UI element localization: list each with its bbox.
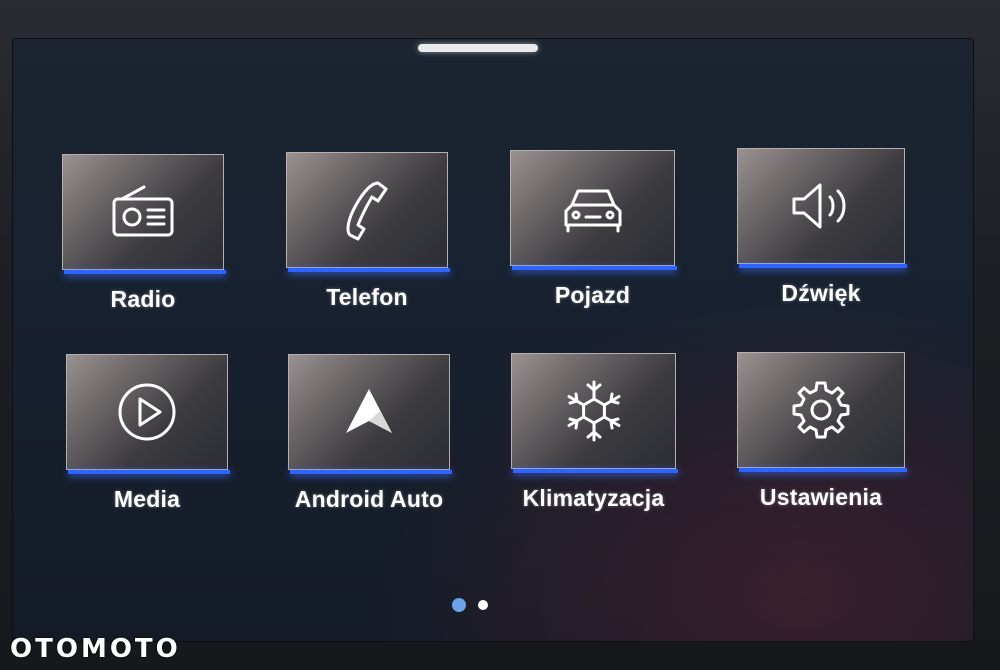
app-tile-dzwiek[interactable]: Dźwięk (737, 148, 907, 306)
app-tile-telefon[interactable]: Telefon (286, 152, 450, 310)
app-label: Ustawienia (759, 484, 883, 510)
tile-accent-bar (513, 469, 678, 473)
infotainment-screen (12, 38, 974, 642)
speaker-icon (786, 171, 856, 241)
app-label: Dźwięk (781, 280, 861, 306)
app-label: Radio (110, 286, 176, 312)
android-auto-icon (334, 377, 404, 447)
app-label: Pojazd (554, 282, 631, 308)
tile-accent-bar (739, 264, 907, 268)
tile-accent-bar (64, 270, 226, 274)
tile-accent-bar (288, 268, 450, 272)
app-tile-klimatyzacja[interactable]: Klimatyzacja (511, 353, 678, 511)
app-tile-media[interactable]: Media (66, 354, 230, 512)
watermark-text: OTOMOTO (10, 634, 181, 664)
tile-accent-bar (739, 468, 907, 472)
radio-icon (108, 177, 178, 247)
app-tile-radio[interactable]: Radio (62, 154, 226, 312)
tile-accent-bar (512, 266, 677, 270)
tile-accent-bar (68, 470, 230, 474)
app-label: Telefon (326, 284, 408, 310)
phone-icon (332, 175, 402, 245)
app-tile-android-auto[interactable]: Android Auto (288, 354, 452, 512)
play-icon (112, 377, 182, 447)
tile-accent-bar (290, 470, 452, 474)
pull-down-handle[interactable] (418, 44, 538, 52)
car-icon (558, 173, 628, 243)
page-dot-inactive[interactable] (478, 600, 488, 610)
app-tile-pojazd[interactable]: Pojazd (510, 150, 677, 308)
app-label: Klimatyzacja (522, 485, 665, 511)
gear-icon (786, 375, 856, 445)
app-label: Media (113, 486, 181, 512)
page-dot-active[interactable] (452, 598, 466, 612)
app-label: Android Auto (294, 486, 444, 512)
app-tile-ustawienia[interactable]: Ustawienia (737, 352, 907, 510)
snowflake-icon (559, 376, 629, 446)
